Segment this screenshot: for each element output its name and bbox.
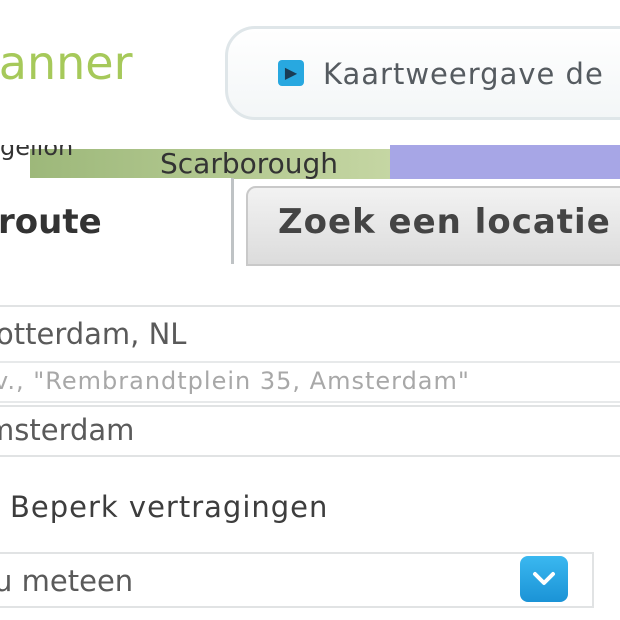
departure-select[interactable]: lu meteen — [0, 552, 594, 608]
departure-select-value: lu meteen — [0, 564, 134, 598]
route-planner-page: lanner ▶ Kaartweergave de gelion Scarbor… — [0, 0, 620, 620]
app-title: lanner — [0, 36, 133, 90]
tab-divider — [231, 178, 234, 264]
tab-search-location[interactable]: Zoek een locatie — [246, 186, 620, 266]
tab-route[interactable]: route — [0, 178, 232, 268]
map-water-area — [390, 145, 620, 179]
via-input[interactable]: v., "Rembrandtplein 35, Amsterdam" — [0, 361, 620, 403]
to-input[interactable]: msterdam — [0, 405, 620, 457]
tab-search-label: Zoek een locatie — [278, 202, 611, 242]
map-view-button[interactable]: ▶ Kaartweergave de — [225, 26, 620, 120]
from-input-value: otterdam, NL — [0, 317, 187, 351]
arrow-right-icon: ▶ — [278, 60, 304, 86]
chevron-down-icon[interactable] — [520, 556, 568, 602]
map-place-label-scarborough: Scarborough — [160, 147, 339, 179]
limit-delays-option[interactable]: Beperk vertragingen — [0, 484, 620, 534]
map-place-label: gelion — [0, 145, 74, 161]
to-input-value: msterdam — [0, 413, 135, 447]
from-input[interactable]: otterdam, NL — [0, 305, 620, 363]
limit-delays-label: Beperk vertragingen — [10, 490, 329, 524]
map-preview[interactable]: gelion Scarborough — [0, 145, 620, 179]
tab-route-label: route — [0, 202, 102, 242]
via-input-placeholder: v., "Rembrandtplein 35, Amsterdam" — [0, 367, 470, 395]
map-view-label: Kaartweergave de — [323, 57, 604, 91]
